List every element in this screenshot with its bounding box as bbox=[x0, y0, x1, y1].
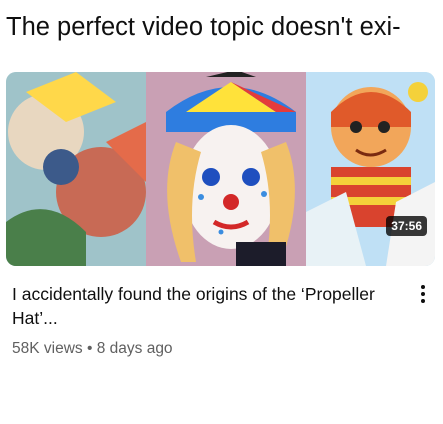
video-title[interactable]: I accidentally found the origins of the … bbox=[12, 282, 407, 330]
thumbnail-illustration bbox=[6, 72, 435, 266]
menu-dot bbox=[421, 292, 425, 296]
video-meta: 58K views • 8 days ago bbox=[12, 338, 173, 360]
duration-badge: 37:56 bbox=[386, 216, 427, 236]
upload-age: 8 days ago bbox=[96, 340, 173, 357]
video-thumbnail[interactable]: 37:56 bbox=[6, 72, 435, 266]
view-count: 58K views bbox=[12, 340, 83, 357]
menu-dot bbox=[421, 285, 425, 289]
meme-caption: The perfect video topic doesn't exi- bbox=[6, 13, 401, 41]
more-vert-icon[interactable] bbox=[416, 282, 430, 306]
meta-separator: • bbox=[86, 340, 93, 357]
menu-dot bbox=[421, 299, 425, 303]
